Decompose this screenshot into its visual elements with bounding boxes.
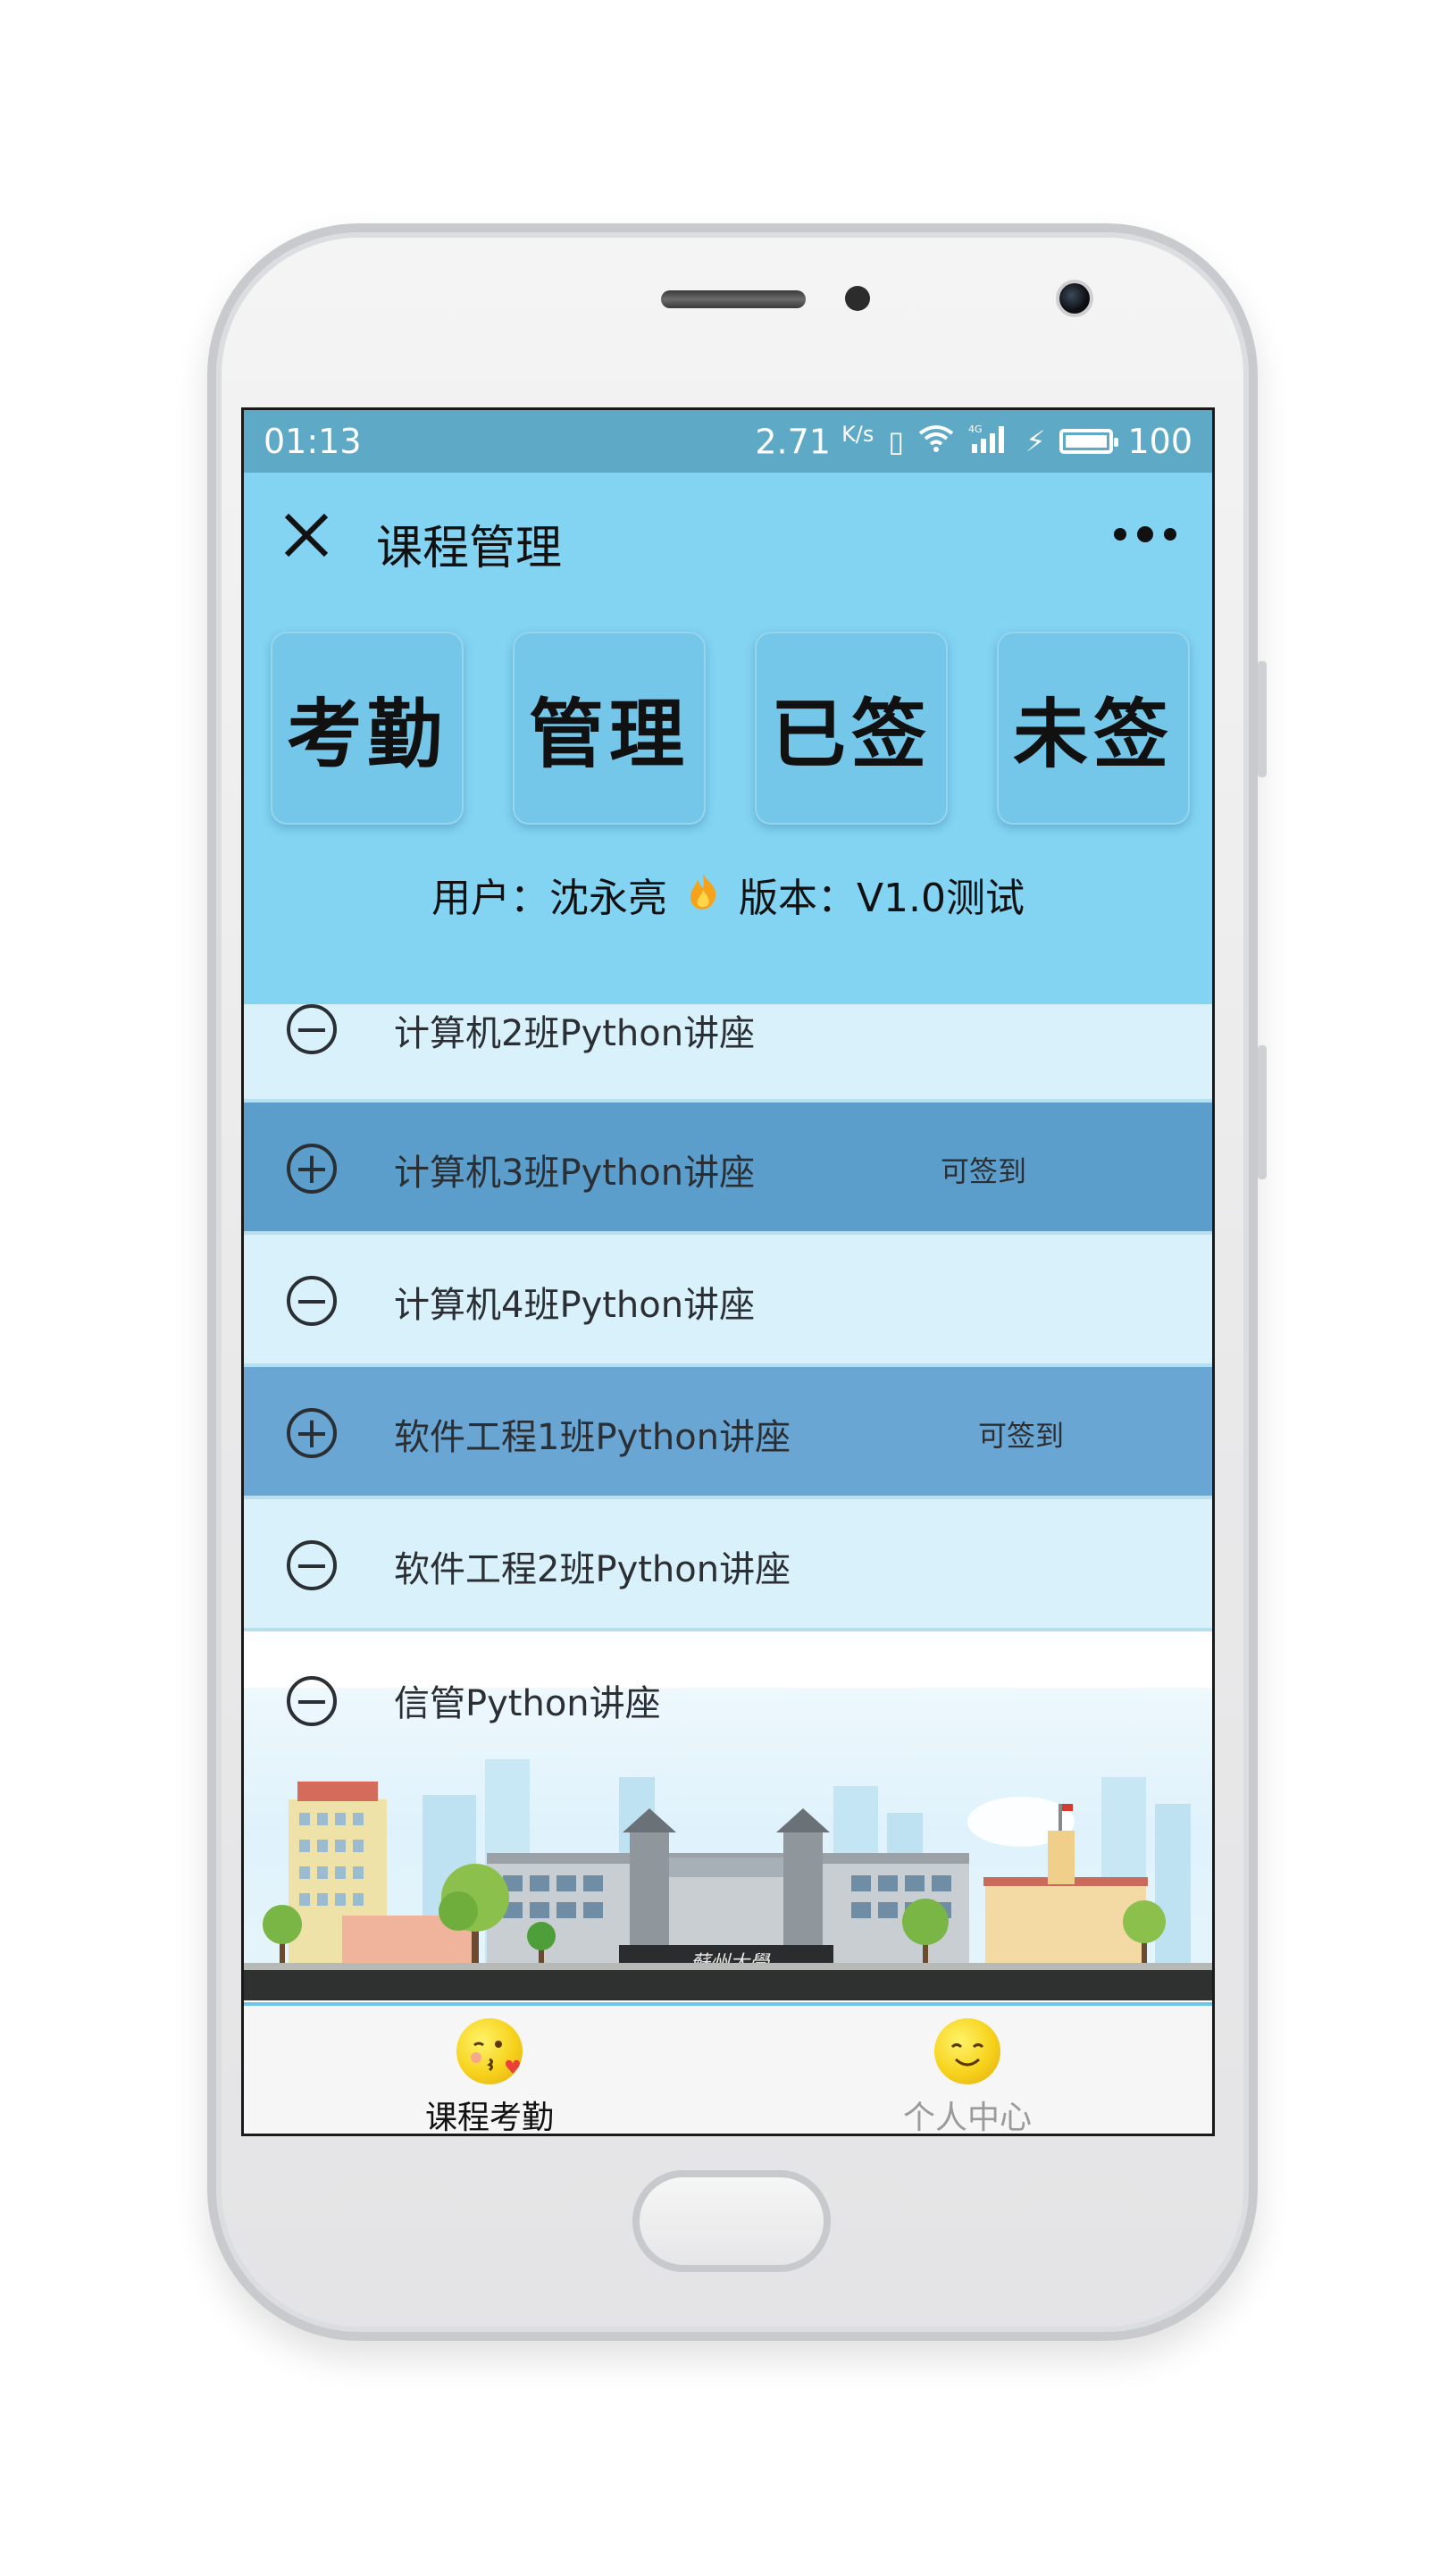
front-camera: [1059, 283, 1090, 314]
kiss-emoji-icon: [456, 2018, 523, 2084]
network-speed-value: 2.71: [755, 422, 831, 462]
add-icon[interactable]: +: [287, 1408, 337, 1458]
more-dot-icon: [1164, 528, 1176, 541]
add-icon[interactable]: +: [287, 1144, 337, 1194]
tile-unsigned[interactable]: 未签: [997, 632, 1190, 825]
network-speed-unit: K/s: [841, 421, 874, 447]
sign-in-status: 可签到: [978, 1419, 1065, 1453]
course-name: 信管Python讲座: [394, 1683, 661, 1724]
tab-course-attendance[interactable]: 课程考勤: [382, 2018, 597, 2136]
smile-emoji-icon: [934, 2018, 1000, 2084]
status-time: 01:13: [264, 422, 362, 461]
proximity-sensor: [845, 286, 870, 311]
more-dot-icon: [1137, 526, 1153, 542]
user-label: 用户：: [431, 876, 549, 921]
flame-icon: [685, 872, 721, 920]
more-dot-icon: [1114, 528, 1126, 541]
charging-icon: ⚡: [1025, 424, 1046, 458]
earpiece-speaker: [661, 290, 806, 308]
user-info: 用户：沈永亮 版本：V1.0测试: [244, 866, 1212, 923]
course-row[interactable]: + 计算机3班Python讲座 可签到: [244, 1103, 1212, 1235]
course-row[interactable]: − 计算机4班Python讲座: [244, 1235, 1212, 1367]
road-curb: [244, 1963, 1212, 1970]
close-button[interactable]: [280, 508, 333, 562]
tile-manage[interactable]: 管理: [513, 632, 706, 825]
course-row[interactable]: − 计算机2班Python讲座: [244, 1004, 1212, 1103]
power-button: [1258, 1045, 1267, 1179]
course-row[interactable]: − 软件工程2班Python讲座: [244, 1499, 1212, 1631]
tab-label: 课程考勤: [424, 2100, 554, 2136]
course-name: 计算机2班Python讲座: [394, 1013, 756, 1054]
version-value: V1.0测试: [856, 876, 1025, 921]
page-title: 课程管理: [376, 522, 563, 575]
course-name: 计算机3班Python讲座: [394, 1153, 756, 1194]
volume-button: [1258, 661, 1267, 777]
wifi-icon: [918, 422, 954, 461]
close-icon: [284, 513, 329, 558]
battery-icon: [1059, 429, 1119, 454]
course-name: 计算机4班Python讲座: [394, 1285, 756, 1326]
course-name: 软件工程1班Python讲座: [394, 1417, 791, 1458]
function-tiles: 考勤 管理 已签 未签: [271, 632, 1191, 825]
tab-bar: 课程考勤 个人中心: [244, 2002, 1212, 2136]
status-bar: 01:13 2.71 K/s ▯ 4G ⚡ 100: [244, 410, 1212, 473]
header-area: 课程管理 考勤 管理 已签 未签 用户：沈永亮 版本：V1.0测试: [244, 473, 1212, 1004]
course-row[interactable]: + 软件工程1班Python讲座 可签到: [244, 1367, 1212, 1499]
remove-icon[interactable]: −: [287, 1540, 337, 1590]
battery-level: 100: [1127, 422, 1192, 461]
version-label: 版本：: [738, 876, 857, 921]
nav-bar: 课程管理: [244, 473, 1212, 598]
tab-personal-center[interactable]: 个人中心: [860, 2018, 1075, 2136]
sign-in-status: 可签到: [941, 1154, 1027, 1188]
remove-icon[interactable]: −: [287, 1276, 337, 1326]
more-options-button[interactable]: [1114, 512, 1176, 557]
home-button[interactable]: [632, 2170, 831, 2272]
network-speed: 2.71 K/s: [755, 422, 874, 462]
tile-signed[interactable]: 已签: [755, 632, 948, 825]
remove-icon[interactable]: −: [287, 1004, 337, 1054]
tile-attendance[interactable]: 考勤: [271, 632, 464, 825]
course-name: 软件工程2班Python讲座: [394, 1549, 791, 1590]
user-name: 沈永亮: [548, 876, 667, 921]
network-type: 4G: [968, 423, 983, 435]
vibrate-icon: ▯: [888, 424, 904, 458]
phone-screen: 01:13 2.71 K/s ▯ 4G ⚡ 100 课程管理 考勤 管理 已签 …: [241, 407, 1215, 2136]
tab-label: 个人中心: [902, 2100, 1032, 2136]
road: [244, 1970, 1212, 2000]
course-row[interactable]: − 信管Python讲座: [244, 1631, 1212, 1764]
remove-icon[interactable]: −: [287, 1676, 337, 1726]
signal-icon: 4G: [968, 422, 1011, 461]
